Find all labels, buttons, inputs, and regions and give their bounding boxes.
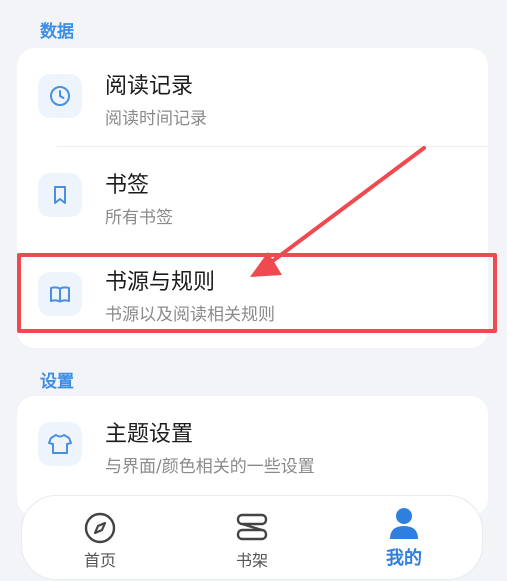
item-subtitle: 书源以及阅读相关规则 [105,305,275,325]
list-item-theme-settings[interactable]: 主题设置 与界面/颜色相关的一些设置 [17,396,488,496]
list-item-book-sources[interactable]: 书源与规则 书源以及阅读相关规则 [17,246,488,346]
item-subtitle: 所有书签 [105,208,173,228]
bottom-nav: 首页 书架 我的 [22,496,482,579]
section-title-data: 数据 [40,22,74,42]
item-title: 书源与规则 [105,270,216,295]
nav-item-home[interactable]: 首页 [40,496,160,579]
tshirt-icon [38,422,82,466]
nav-label: 首页 [83,551,116,570]
item-title: 主题设置 [105,422,194,447]
compass-icon [82,510,118,546]
data-card: 阅读记录 阅读时间记录 书签 所有书签 书源与规则 书源以及阅读相关规则 [17,48,488,348]
nav-label: 书架 [235,551,268,570]
bookmark-icon [38,173,82,217]
bookshelf-icon [234,510,270,546]
person-icon [386,506,422,542]
list-item-reading-history[interactable]: 阅读记录 阅读时间记录 [17,48,488,148]
book-open-icon [38,272,82,316]
clock-icon [38,74,82,118]
section-title-settings: 设置 [40,372,74,392]
nav-item-bookshelf[interactable]: 书架 [192,496,312,579]
nav-item-mine[interactable]: 我的 [344,496,464,579]
nav-label: 我的 [386,548,422,569]
item-title: 书签 [105,173,150,198]
item-subtitle: 与界面/颜色相关的一些设置 [105,457,315,477]
item-title: 阅读记录 [105,74,194,99]
list-item-bookmarks[interactable]: 书签 所有书签 [17,147,488,247]
item-subtitle: 阅读时间记录 [105,109,207,129]
